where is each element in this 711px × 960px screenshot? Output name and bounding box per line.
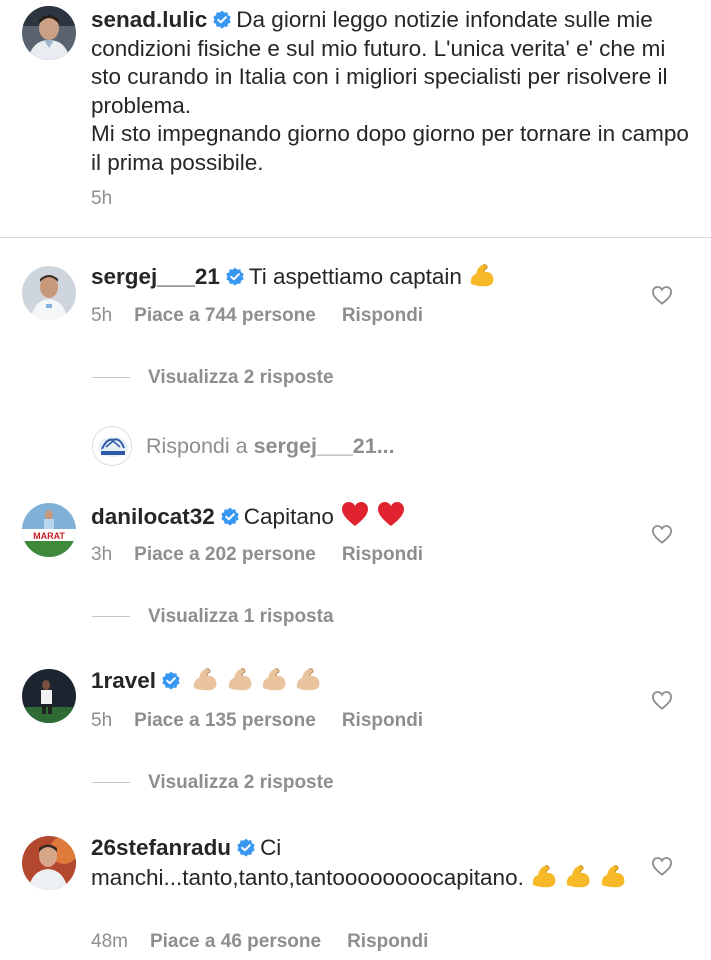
replies-divider-line	[92, 782, 130, 784]
comment-time: 48m	[91, 931, 128, 952]
reply-target: sergej___21...	[253, 434, 395, 458]
flexed-biceps-emoji	[262, 668, 286, 691]
comment-likes-button[interactable]: Piace a 135 persone	[134, 710, 316, 732]
replies-divider-line	[92, 377, 130, 379]
avatar-1ravel[interactable]	[22, 669, 76, 723]
comment-time: 5h	[91, 305, 113, 326]
comment-likes-button[interactable]: Piace a 202 persone	[134, 544, 316, 566]
flexed-biceps-emoji	[194, 668, 217, 691]
verified-badge-icon	[213, 10, 231, 29]
heart-outline-icon[interactable]	[651, 856, 673, 876]
comment-reply-button[interactable]: Rispondi	[347, 931, 428, 953]
comment-meta: 5h Piace a 744 persone Rispondi	[91, 305, 449, 327]
comment-likes-button[interactable]: Piace a 744 persone	[134, 305, 316, 327]
caption-text: senad.lulic Da giorni leggo notizie infon…	[91, 6, 691, 177]
comment-reply-button[interactable]: Rispondi	[342, 544, 423, 566]
replies-divider-line	[92, 616, 130, 618]
comment-text: sergej___21 Ti aspettiamo captain	[91, 262, 496, 292]
reply-to-text: Rispondi a sergej___21...	[146, 434, 395, 459]
heart-outline-icon[interactable]	[651, 524, 673, 544]
avatar-stefanradu[interactable]	[22, 836, 76, 890]
flexed-biceps-emoji	[567, 865, 590, 888]
avatar-sergej[interactable]	[22, 266, 76, 320]
view-replies-button[interactable]: Visualizza 2 risposte	[92, 367, 334, 389]
comment-text: danilocat32 Capitano	[91, 500, 406, 532]
comment-username[interactable]: danilocat32	[91, 504, 215, 529]
comment-body: Capitano	[243, 504, 334, 529]
verified-badge-icon	[226, 267, 244, 286]
avatar-banner-text: MARAT	[33, 531, 65, 541]
red-heart-emoji	[378, 502, 405, 526]
comment-reply-button[interactable]: Rispondi	[342, 710, 423, 732]
flexed-biceps-emoji	[532, 865, 556, 888]
verified-badge-icon	[221, 507, 239, 526]
comment-body: Ti aspettiamo captain	[248, 264, 462, 289]
caption-username[interactable]: senad.lulic	[91, 7, 207, 32]
reply-prefix: Rispondi a	[146, 434, 248, 458]
red-heart-emoji	[342, 502, 369, 526]
comment-text: 1ravel	[91, 666, 322, 696]
view-replies-label: Visualizza 1 risposta	[148, 606, 334, 627]
avatar-danilocat[interactable]: MARAT	[22, 503, 76, 557]
flexed-biceps-emoji	[471, 264, 494, 287]
my-avatar	[92, 426, 132, 466]
verified-badge-icon	[237, 838, 255, 857]
post-caption: senad.lulic Da giorni leggo notizie infon…	[0, 0, 711, 238]
caption-paragraph-2: Mi sto impegnando giorno dopo giorno per…	[91, 121, 689, 175]
view-replies-label: Visualizza 2 risposte	[148, 367, 334, 388]
verified-badge-icon	[162, 671, 180, 690]
view-replies-label: Visualizza 2 risposte	[148, 772, 334, 793]
heart-outline-icon[interactable]	[651, 285, 673, 305]
comment-meta: 5h Piace a 135 persone Rispondi	[91, 710, 449, 732]
flexed-biceps-emoji	[228, 668, 252, 691]
flexed-biceps-emoji	[601, 865, 625, 888]
heart-outline-icon[interactable]	[651, 690, 673, 710]
comment-meta: 3h Piace a 202 persone Rispondi	[91, 544, 449, 566]
comment-username[interactable]: 26stefanradu	[91, 835, 231, 860]
comment-username[interactable]: 1ravel	[91, 668, 156, 693]
comment-username[interactable]: sergej___21	[91, 264, 220, 289]
avatar-senad-lulic[interactable]	[22, 6, 76, 60]
comment-text: 26stefanradu Ci manchi...tanto,tanto,tant…	[91, 833, 651, 893]
flexed-biceps-emoji	[296, 668, 320, 691]
comment-likes-button[interactable]: Piace a 46 persone	[150, 931, 321, 953]
comment-time: 5h	[91, 710, 113, 731]
comment-reply-button[interactable]: Rispondi	[342, 305, 423, 327]
comment-time: 3h	[91, 544, 113, 565]
comment-meta: 48m Piace a 46 persone Rispondi	[91, 931, 454, 953]
comments-page: senad.lulic Da giorni leggo notizie infon…	[0, 0, 711, 960]
view-replies-button[interactable]: Visualizza 1 risposta	[92, 606, 334, 628]
caption-timestamp: 5h	[91, 188, 113, 209]
view-replies-button[interactable]: Visualizza 2 risposte	[92, 772, 334, 794]
